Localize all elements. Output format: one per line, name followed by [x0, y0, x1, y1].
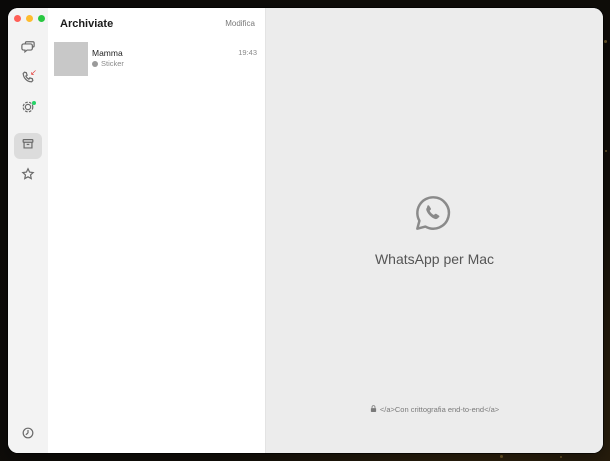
- maximize-window-button[interactable]: [38, 15, 45, 22]
- edit-button[interactable]: Modifica: [225, 19, 255, 28]
- sticker-icon: [92, 60, 98, 67]
- avatar: [54, 42, 88, 76]
- main-title: WhatsApp per Mac: [374, 251, 495, 267]
- bg-sparkle: [560, 456, 562, 458]
- chat-preview-text: Sticker: [101, 59, 124, 68]
- bg-sparkle: [605, 150, 607, 152]
- missed-call-arrow-icon: ↙: [30, 68, 37, 77]
- chat-row[interactable]: Mamma 19:43 Sticker: [54, 42, 259, 76]
- rail-item-chats[interactable]: [14, 36, 42, 62]
- bg-sparkle: [500, 455, 503, 458]
- archived-chat-list: Archiviate Modifica Mamma 19:43 Sticker: [48, 8, 266, 453]
- chat-time: 19:43: [238, 48, 257, 57]
- chat-name: Mamma: [92, 48, 123, 58]
- encryption-note[interactable]: </a>Con crittografia end-to-end</a>: [266, 405, 603, 414]
- chat-bubbles-icon: [21, 40, 35, 59]
- close-window-button[interactable]: [14, 15, 21, 22]
- bg-sparkle: [604, 40, 607, 43]
- chat-preview: Sticker: [92, 59, 124, 68]
- minimize-window-button[interactable]: [26, 15, 33, 22]
- rail-item-archived[interactable]: [14, 133, 42, 159]
- lock-icon: [370, 405, 377, 414]
- status-update-dot: [32, 101, 36, 105]
- rail-item-calls[interactable]: ↙: [14, 66, 42, 92]
- rail-item-starred[interactable]: [14, 163, 42, 189]
- nav-rail: ↙: [8, 8, 49, 453]
- encryption-note-text: </a>Con crittografia end-to-end</a>: [379, 405, 500, 414]
- star-icon: [21, 166, 35, 186]
- list-title: Archiviate: [60, 18, 114, 30]
- archive-icon: [21, 137, 35, 156]
- window-controls: [14, 15, 45, 22]
- whatsapp-logo-icon: [414, 194, 452, 232]
- rail-item-status[interactable]: [14, 96, 42, 122]
- app-window: ↙ Archiviate Modifica Mamma 19:43 Sticke…: [8, 8, 603, 453]
- list-header: Archiviate Modifica: [48, 8, 265, 42]
- rail-item-settings[interactable]: [14, 422, 42, 448]
- settings-icon: [21, 426, 35, 445]
- main-placeholder: WhatsApp per Mac </a>Con crittografia en…: [266, 8, 603, 453]
